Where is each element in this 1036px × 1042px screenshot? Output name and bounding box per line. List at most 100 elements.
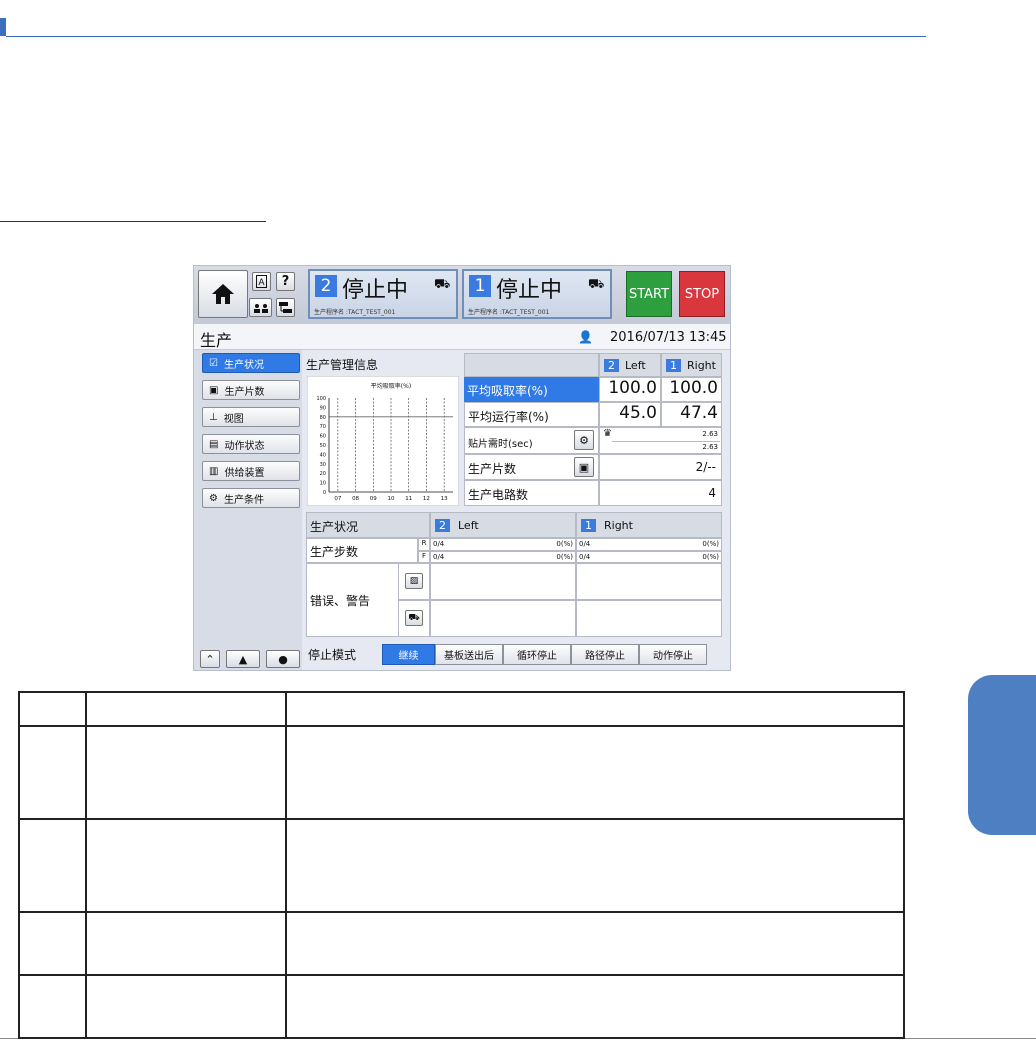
status-right-header: 1 Right bbox=[576, 512, 722, 538]
pickup-rate-label[interactable]: 平均吸取率(%) bbox=[464, 377, 599, 402]
table-cell bbox=[18, 691, 87, 727]
status-title: 生产状况 bbox=[306, 512, 430, 538]
network-icon bbox=[279, 302, 292, 313]
table-cell bbox=[18, 974, 87, 1039]
table-cell bbox=[85, 691, 287, 727]
row-f-label: F bbox=[418, 551, 430, 563]
info-icon: ● bbox=[278, 652, 288, 666]
mount-time-value-2: 2.63 bbox=[702, 443, 718, 451]
f-left-cell: 0/4 0(%) bbox=[430, 551, 576, 563]
status-left-header: 2 Left bbox=[430, 512, 576, 538]
menu-production-conditions[interactable]: ⚙ 生产条件 bbox=[202, 488, 300, 508]
stop-mode-path[interactable]: 路径停止 bbox=[571, 644, 639, 665]
table-cell bbox=[18, 911, 87, 976]
operators-icon bbox=[253, 303, 268, 313]
x-tick-label: 09 bbox=[370, 496, 377, 502]
machine-number: 1 bbox=[469, 275, 491, 297]
chapter-tab bbox=[968, 675, 1036, 835]
conditions-gear-icon: ⚙ bbox=[209, 492, 218, 504]
f-right-cell: 0/4 0(%) bbox=[576, 551, 722, 563]
y-tick-label: 20 bbox=[320, 471, 326, 477]
circuit-count-value: 4 bbox=[599, 480, 722, 506]
stop-mode-action[interactable]: 动作停止 bbox=[639, 644, 707, 665]
scroll-up-button[interactable]: ⌃ bbox=[200, 650, 220, 668]
menu-view[interactable]: ⊥ 视图 bbox=[202, 407, 300, 427]
menu-production-count[interactable]: ▣ 生产片数 bbox=[202, 380, 300, 400]
stop-mode-after-board[interactable]: 基板送出后 bbox=[435, 644, 503, 665]
f-left-pct: 0(%) bbox=[556, 553, 573, 561]
table-cell bbox=[85, 725, 287, 820]
operating-rate-right: 47.4 bbox=[661, 402, 722, 427]
table-row bbox=[18, 725, 905, 820]
table-row bbox=[18, 974, 905, 1039]
error-icon: ▨ bbox=[409, 576, 419, 586]
y-tick-label: 30 bbox=[320, 462, 326, 468]
y-tick-label: 70 bbox=[320, 424, 326, 430]
warning-list-button[interactable]: ⛟ bbox=[405, 610, 423, 626]
table-row bbox=[18, 691, 905, 727]
machine-1-panel[interactable]: 1 停止中 ⛟ 生产程序名 :TACT_TEST_001 bbox=[462, 269, 612, 319]
error-cell: ▨ bbox=[398, 563, 430, 600]
x-tick-label: 07 bbox=[334, 496, 341, 502]
board-count-value: 2/-- bbox=[599, 454, 722, 480]
error-button[interactable]: ▨ bbox=[405, 573, 423, 589]
pickup-rate-right: 100.0 bbox=[661, 377, 722, 402]
machine-2-panel[interactable]: 2 停止中 ⛟ 生产程序名 :TACT_TEST_001 bbox=[308, 269, 458, 319]
warning-icon: ▲ bbox=[238, 652, 248, 666]
network-button[interactable] bbox=[276, 298, 295, 317]
operating-rate-left: 45.0 bbox=[599, 402, 661, 427]
lane-left-header: 2 Left bbox=[599, 353, 661, 377]
menu-label: 视图 bbox=[223, 413, 244, 425]
datetime: 2016/07/13 13:45 bbox=[610, 330, 727, 345]
user-icon[interactable]: 👤 bbox=[578, 330, 593, 344]
home-button[interactable] bbox=[198, 270, 248, 318]
menu-label: 生产片数 bbox=[224, 386, 265, 398]
machine-number: 2 bbox=[315, 275, 337, 297]
stop-mode-continue[interactable]: 继续 bbox=[382, 644, 435, 665]
lane-number: 2 bbox=[435, 518, 450, 532]
board-count-icon: ▣ bbox=[578, 460, 590, 474]
feeder-icon: ▥ bbox=[209, 465, 219, 477]
info-button[interactable]: ● bbox=[266, 650, 300, 668]
table-cell bbox=[285, 974, 905, 1039]
r-left-cell: 0/4 0(%) bbox=[430, 538, 576, 551]
machine-status: 停止中 bbox=[496, 278, 563, 303]
mount-time-settings-button[interactable]: ⚙ bbox=[574, 430, 594, 450]
error-right bbox=[576, 563, 722, 600]
table-cell bbox=[285, 818, 905, 913]
language-button[interactable]: A bbox=[252, 272, 271, 291]
program-name: 生产程序名 :TACT_TEST_001 bbox=[468, 309, 550, 316]
view-icon: ⊥ bbox=[209, 411, 218, 423]
lane-number: 2 bbox=[604, 358, 619, 372]
info-header-blank bbox=[464, 353, 599, 377]
stop-button[interactable]: STOP bbox=[679, 271, 725, 317]
lane-label: Left bbox=[625, 358, 646, 372]
r-right-pct: 0(%) bbox=[702, 540, 719, 548]
lane-label: Right bbox=[604, 518, 633, 532]
operating-rate-label[interactable]: 平均运行率(%) bbox=[464, 402, 599, 427]
f-left-count: 0/4 bbox=[433, 553, 445, 561]
svg-text:A: A bbox=[258, 278, 265, 288]
language-icon: A bbox=[256, 275, 267, 288]
menu-production-status[interactable]: ☑ 生产状况 bbox=[202, 353, 300, 373]
menu-feeder[interactable]: ▥ 供给装置 bbox=[202, 461, 300, 481]
board-count-button[interactable]: ▣ bbox=[574, 457, 594, 477]
y-tick-label: 100 bbox=[316, 396, 326, 402]
divider bbox=[612, 441, 720, 442]
start-button[interactable]: START bbox=[626, 271, 672, 317]
operator-button[interactable] bbox=[249, 298, 272, 317]
gear-icon: ⚙ bbox=[579, 433, 589, 447]
production-status-icon: ☑ bbox=[209, 357, 218, 369]
menu-label: 动作状态 bbox=[224, 440, 265, 452]
help-icon: ? bbox=[281, 274, 290, 289]
stop-mode-cycle[interactable]: 循环停止 bbox=[503, 644, 571, 665]
r-right-cell: 0/4 0(%) bbox=[576, 538, 722, 551]
machine-screen: A ? 2 停止中 ⛟ 生产程序名 :TACT_TEST_001 1 停止中 ⛟… bbox=[193, 265, 731, 671]
x-tick-label: 13 bbox=[441, 496, 448, 502]
menu-operation-status[interactable]: ▤ 动作状态 bbox=[202, 434, 300, 454]
warning-button[interactable]: ▲ bbox=[226, 650, 260, 668]
info-title: 生产管理信息 bbox=[306, 358, 379, 372]
menu-label: 生产状况 bbox=[223, 359, 264, 371]
chart-background bbox=[307, 376, 459, 506]
help-button[interactable]: ? bbox=[276, 272, 295, 291]
